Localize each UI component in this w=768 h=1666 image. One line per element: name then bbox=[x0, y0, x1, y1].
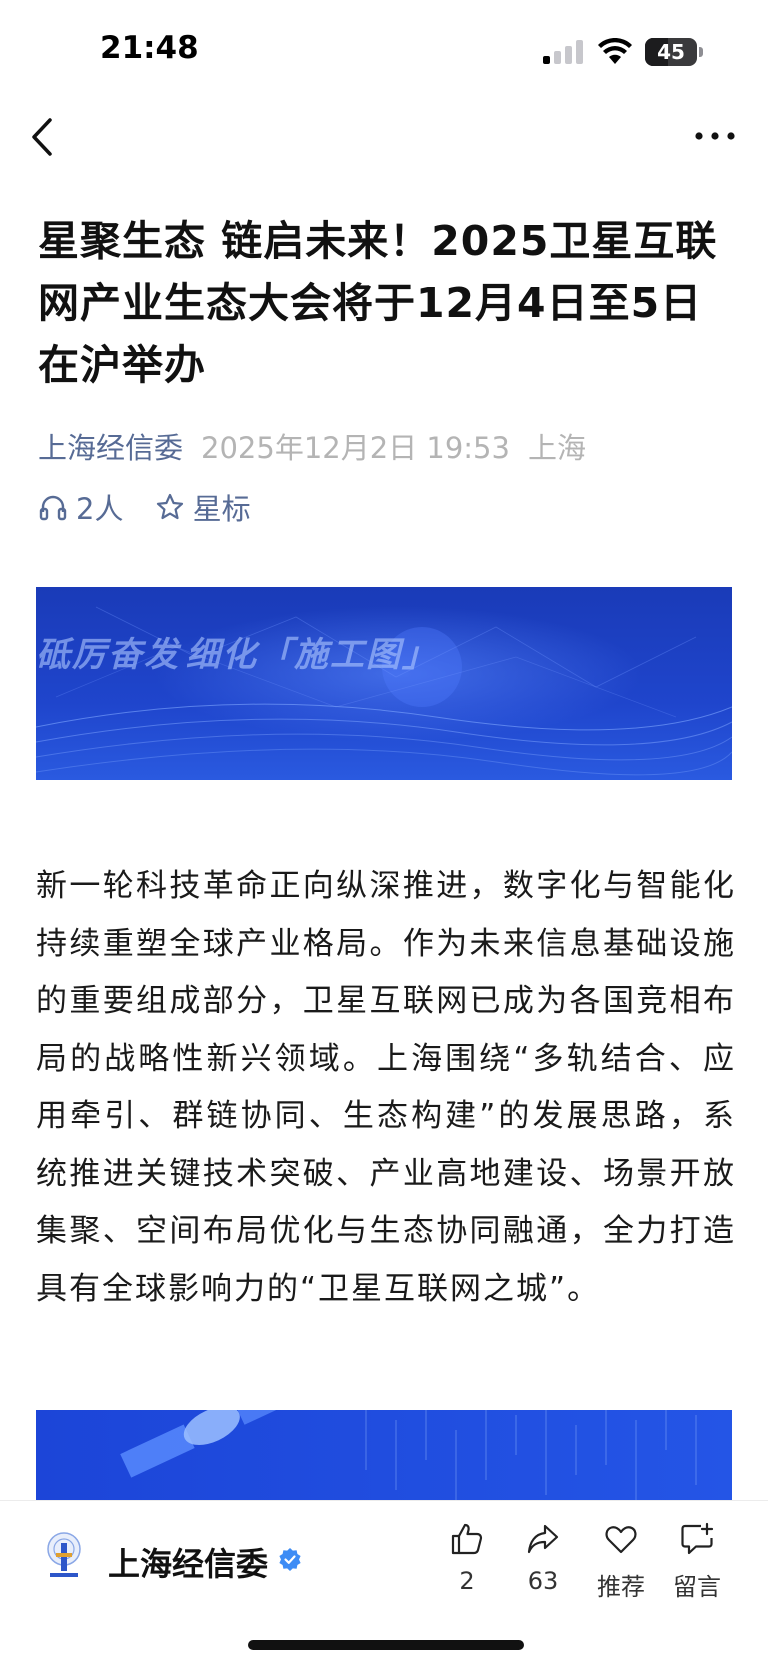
wifi-icon bbox=[598, 38, 632, 64]
recommend-button[interactable]: 推荐 bbox=[586, 1521, 656, 1602]
back-button[interactable] bbox=[26, 112, 66, 162]
cellular-signal-icon bbox=[543, 40, 585, 64]
comment-label: 留言 bbox=[673, 1573, 721, 1601]
share-count: 63 bbox=[527, 1567, 559, 1595]
article-image-satellite bbox=[36, 1410, 732, 1510]
article-title: 星聚生态 链启未来！2025卫星互联网产业生态大会将于12月4日至5日在沪举办 bbox=[38, 217, 718, 389]
verified-badge-icon bbox=[279, 1548, 301, 1571]
account-name[interactable]: 上海经信委 bbox=[108, 1539, 268, 1585]
article-meta: 上海经信委 2025年12月2日 19:53 上海 bbox=[38, 425, 586, 467]
article-body: 新一轮科技革命正向纵深推进，数字化与智能化持续重塑全球产业格局。作为未来信息基础… bbox=[36, 868, 736, 1307]
more-button[interactable] bbox=[690, 118, 740, 154]
share-button[interactable]: 63 bbox=[508, 1521, 578, 1595]
publish-location: 上海 bbox=[527, 431, 586, 465]
comment-add-icon bbox=[681, 1522, 714, 1555]
author-link[interactable]: 上海经信委 bbox=[38, 431, 183, 465]
recommend-label: 推荐 bbox=[597, 1573, 645, 1601]
like-count: 2 bbox=[459, 1567, 475, 1595]
status-time: 21:48 bbox=[100, 30, 199, 66]
headphones-icon bbox=[39, 495, 67, 521]
star-button[interactable]: 星标 bbox=[155, 486, 251, 528]
listener-count: 2人 bbox=[76, 492, 124, 526]
publish-date: 2025年12月2日 19:53 bbox=[201, 431, 510, 465]
star-icon bbox=[156, 493, 183, 520]
banner-text-left: 砥厉奋发 bbox=[36, 635, 180, 675]
satellite-graphic bbox=[36, 1410, 732, 1510]
thumbs-up-icon bbox=[451, 1523, 483, 1555]
comment-button[interactable]: 留言 bbox=[662, 1521, 732, 1602]
banner-text-right: 细化「施工图」 bbox=[186, 635, 438, 675]
account-logo[interactable] bbox=[44, 1531, 84, 1585]
article-banner-image: 砥厉奋发 细化「施工图」 bbox=[36, 587, 732, 780]
article-meta-actions: 2人 星标 bbox=[38, 486, 273, 529]
home-indicator bbox=[248, 1640, 524, 1650]
heart-icon bbox=[605, 1526, 637, 1554]
status-bar: 21:48 45 bbox=[0, 0, 768, 100]
banner-graphic bbox=[36, 587, 732, 780]
like-button[interactable]: 2 bbox=[432, 1521, 502, 1595]
share-icon bbox=[527, 1524, 559, 1554]
battery-tip bbox=[699, 47, 703, 57]
star-label: 星标 bbox=[192, 492, 251, 526]
battery-icon: 45 bbox=[645, 38, 697, 66]
battery-level: 45 bbox=[657, 40, 685, 64]
listen-button[interactable]: 2人 bbox=[38, 486, 123, 528]
